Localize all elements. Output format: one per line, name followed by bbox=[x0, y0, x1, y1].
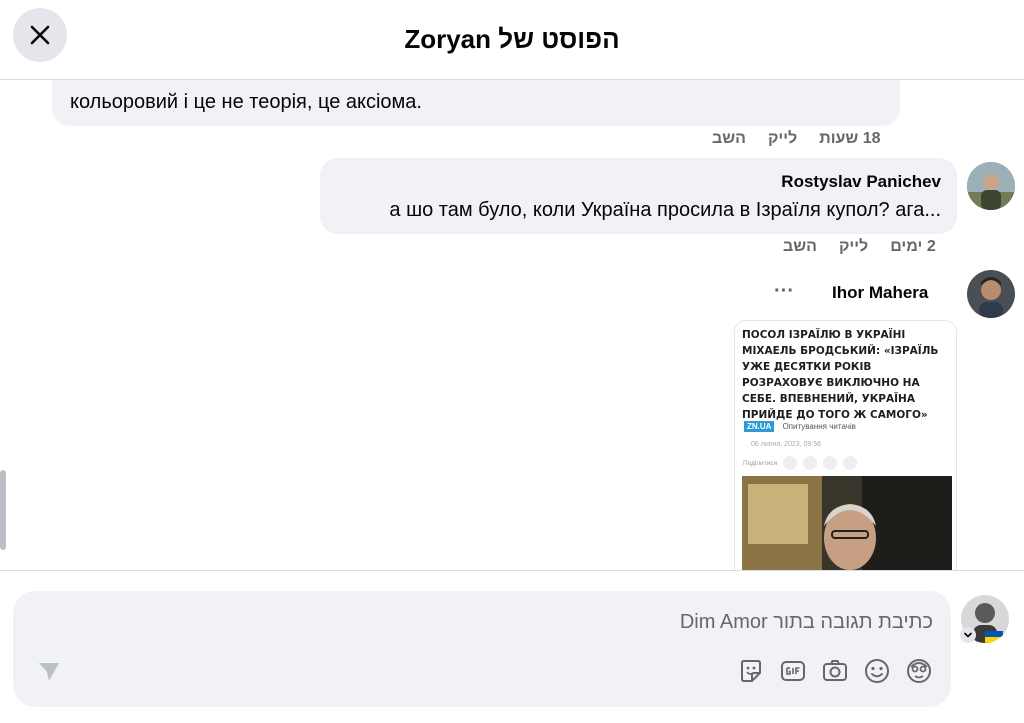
send-icon bbox=[39, 663, 59, 681]
share-row: Поділитися bbox=[743, 456, 858, 470]
comment-bubble: Rostyslav Panichev а шо там було, коли У… bbox=[320, 158, 957, 234]
camera-button[interactable] bbox=[821, 657, 849, 685]
comments-list[interactable]: кольоровий і це не теорія, це аксіома. 1… bbox=[0, 80, 1024, 570]
headline-line: ПОСОЛ ІЗРАЇЛЮ В УКРАЇНІ bbox=[742, 329, 906, 341]
comment-author[interactable]: Rostyslav Panichev bbox=[781, 172, 941, 192]
avatar-sticker-icon bbox=[907, 659, 931, 683]
like-link[interactable]: לייק bbox=[768, 130, 797, 148]
comment-text: кольоровий і це не теорія, це аксіома. bbox=[70, 91, 422, 113]
reply-link[interactable]: השב bbox=[783, 238, 817, 256]
reply-link[interactable]: השב bbox=[712, 130, 746, 148]
comment-time[interactable]: 2 ימים bbox=[890, 238, 936, 256]
attachment-date: 06 липня, 2023, 09:56 bbox=[751, 441, 822, 448]
emoji-icon bbox=[865, 659, 889, 683]
like-link[interactable]: לייק bbox=[839, 238, 868, 256]
chevron-down-icon bbox=[964, 632, 972, 638]
dialog-header: הפוסט של Zoryan bbox=[0, 0, 1024, 80]
share-label: Поділитися bbox=[743, 459, 778, 467]
account-switch-button[interactable] bbox=[960, 627, 976, 643]
avatar-sticker-button[interactable] bbox=[905, 657, 933, 685]
avatar[interactable] bbox=[967, 270, 1015, 318]
comment-input[interactable] bbox=[53, 607, 933, 637]
send-button[interactable] bbox=[35, 657, 63, 685]
composer-area bbox=[0, 570, 1024, 723]
scrollbar[interactable] bbox=[0, 470, 6, 550]
comment-composer bbox=[13, 591, 951, 707]
avatar-icon bbox=[967, 270, 1015, 318]
viber-share-icon bbox=[843, 456, 858, 470]
comment-meta: 18 שעות לייק השב bbox=[712, 130, 881, 148]
headline-line: МІХАЕЛЬ БРОДСЬКИЙ: «ІЗРАЇЛЬ bbox=[742, 345, 939, 357]
comment-bubble: кольоровий і це не теорія, це аксіома. bbox=[52, 80, 900, 126]
facebook-share-icon bbox=[783, 456, 798, 470]
avatar[interactable] bbox=[967, 162, 1015, 210]
headline-line: РОЗРАХОВУЄ ВИКЛЮЧНО НА bbox=[742, 377, 920, 389]
close-button[interactable] bbox=[13, 8, 67, 62]
sticker-button[interactable] bbox=[737, 657, 765, 685]
comment-meta: 2 ימים לייק השב bbox=[783, 238, 936, 256]
emoji-button[interactable] bbox=[863, 657, 891, 685]
twitter-share-icon bbox=[803, 456, 818, 470]
comment-time[interactable]: 18 שעות bbox=[819, 130, 880, 148]
more-options-button[interactable]: ··· bbox=[774, 280, 794, 303]
attachment-headline: ПОСОЛ ІЗРАЇЛЮ В УКРАЇНІ МІХАЕЛЬ БРОДСЬКИ… bbox=[742, 327, 954, 423]
camera-icon bbox=[823, 660, 847, 681]
headline-line: УЖЕ ДЕСЯТКИ РОКІВ bbox=[742, 361, 872, 373]
source-badge: ZN.UA bbox=[744, 421, 775, 432]
headline-line: СЕБЕ. ВПЕВНЕНИЙ, УКРАЇНА bbox=[742, 393, 915, 405]
attachment-photo bbox=[742, 476, 952, 570]
source-row: ZN.UA Опитування читачів bbox=[744, 421, 856, 432]
post-dialog: הפוסט של Zoryan кольоровий і це не теорі… bbox=[0, 0, 1024, 723]
avatar-icon bbox=[967, 162, 1015, 210]
source-label: Опитування читачів bbox=[782, 422, 856, 431]
comment-text: а шо там було, коли Україна просила в Із… bbox=[389, 199, 941, 221]
gif-button[interactable] bbox=[779, 657, 807, 685]
close-icon bbox=[30, 25, 50, 45]
comment-author[interactable]: Ihor Mahera bbox=[832, 283, 928, 303]
telegram-share-icon bbox=[823, 456, 838, 470]
gif-icon bbox=[781, 661, 805, 681]
comment-image-attachment[interactable]: ПОСОЛ ІЗРАЇЛЮ В УКРАЇНІ МІХАЕЛЬ БРОДСЬКИ… bbox=[734, 320, 957, 570]
sticker-icon bbox=[741, 660, 761, 682]
page-title: הפוסט של Zoryan bbox=[404, 24, 620, 54]
